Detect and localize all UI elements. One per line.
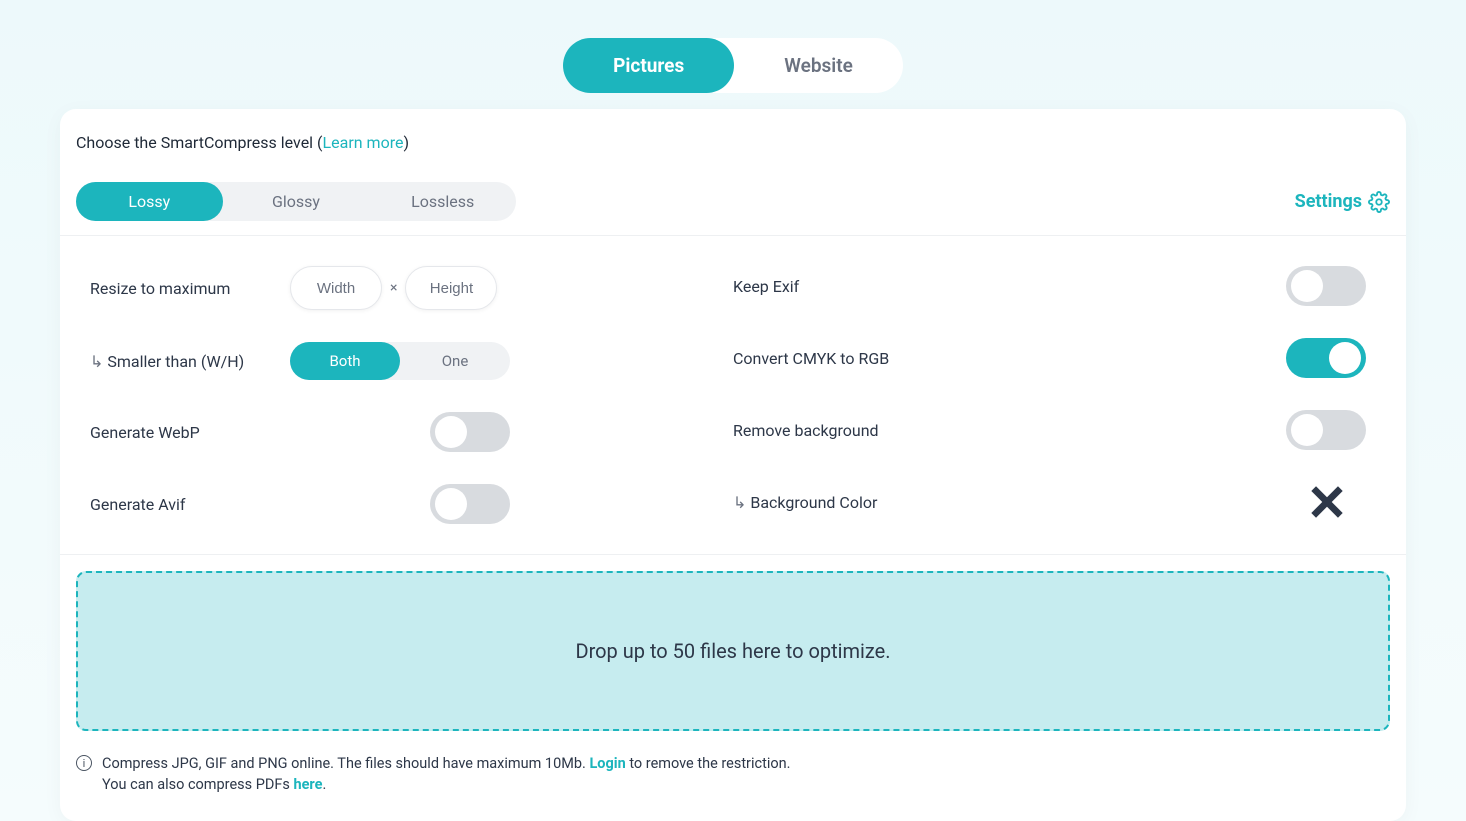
toggle-removebg[interactable] <box>1286 410 1366 450</box>
toggle-webp[interactable] <box>430 412 510 452</box>
row-smaller-than: Smaller than (W/H) Both One <box>90 342 733 380</box>
top-tabs: Pictures Website <box>0 0 1466 93</box>
label-removebg: Remove background <box>733 421 879 440</box>
toggle-knob <box>435 416 467 448</box>
height-input[interactable] <box>405 266 497 310</box>
toggle-knob <box>1291 270 1323 302</box>
info-icon: i <box>76 755 92 771</box>
settings-grid: Resize to maximum × Smaller than (W/H) B… <box>60 236 1406 555</box>
width-input[interactable] <box>290 266 382 310</box>
row-cmyk: Convert CMYK to RGB <box>733 338 1376 378</box>
toggle-avif[interactable] <box>430 484 510 524</box>
level-row: Lossy Glossy Lossless Settings <box>60 170 1406 236</box>
row-webp: Generate WebP <box>90 412 733 452</box>
tab-website[interactable]: Website <box>734 38 903 93</box>
row-removebg: Remove background <box>733 410 1376 450</box>
pill-one[interactable]: One <box>400 342 510 380</box>
bgcolor-none[interactable] <box>1302 482 1352 522</box>
level-lossless[interactable]: Lossless <box>369 182 516 221</box>
row-exif: Keep Exif <box>733 266 1376 306</box>
settings-label: Settings <box>1295 191 1362 212</box>
label-exif: Keep Exif <box>733 277 799 296</box>
label-resize: Resize to maximum <box>90 279 290 298</box>
label-smaller-than: Smaller than (W/H) <box>90 352 290 371</box>
prompt-post: ) <box>403 133 409 152</box>
footer-line2-pre: You can also compress PDFs <box>102 776 293 793</box>
learn-more-link[interactable]: Learn more <box>323 133 404 152</box>
top-tabs-inner: Pictures Website <box>563 38 903 93</box>
card-header: Choose the SmartCompress level (Learn mo… <box>60 109 1406 170</box>
row-bgcolor: Background Color <box>733 482 1376 522</box>
smaller-than-pills: Both One <box>290 342 510 380</box>
prompt-pre: Choose the SmartCompress level ( <box>76 133 323 152</box>
footer-line1-pre: Compress JPG, GIF and PNG online. The fi… <box>102 755 589 772</box>
footer-line2-post: . <box>322 776 326 793</box>
level-glossy[interactable]: Glossy <box>223 182 370 221</box>
toggle-knob <box>1291 414 1323 446</box>
label-cmyk: Convert CMYK to RGB <box>733 349 889 368</box>
main-card: Choose the SmartCompress level (Learn mo… <box>60 109 1406 821</box>
row-avif: Generate Avif <box>90 484 733 524</box>
settings-col-left: Resize to maximum × Smaller than (W/H) B… <box>90 266 733 524</box>
pill-both[interactable]: Both <box>290 342 400 380</box>
toggle-knob <box>1329 342 1361 374</box>
here-link[interactable]: here <box>293 776 322 793</box>
label-webp: Generate WebP <box>90 423 430 442</box>
tab-pictures[interactable]: Pictures <box>563 38 734 93</box>
toggle-exif[interactable] <box>1286 266 1366 306</box>
label-avif: Generate Avif <box>90 495 430 514</box>
footer-text: Compress JPG, GIF and PNG online. The fi… <box>102 753 790 795</box>
toggle-cmyk[interactable] <box>1286 338 1366 378</box>
gear-icon <box>1368 191 1390 213</box>
toggle-knob <box>435 488 467 520</box>
settings-col-right: Keep Exif Convert CMYK to RGB Remove bac… <box>733 266 1376 524</box>
login-link[interactable]: Login <box>589 755 625 772</box>
compress-level-prompt: Choose the SmartCompress level (Learn mo… <box>76 133 1390 152</box>
settings-link[interactable]: Settings <box>1295 191 1390 213</box>
dropzone[interactable]: Drop up to 50 files here to optimize. <box>76 571 1390 731</box>
label-bgcolor: Background Color <box>733 493 877 512</box>
row-resize: Resize to maximum × <box>90 266 733 310</box>
dropzone-text: Drop up to 50 files here to optimize. <box>575 639 890 663</box>
level-pills: Lossy Glossy Lossless <box>76 182 516 221</box>
times-symbol: × <box>390 280 397 296</box>
footer-line1-post: to remove the restriction. <box>626 755 791 772</box>
level-lossy[interactable]: Lossy <box>76 182 223 221</box>
size-inputs: × <box>290 266 497 310</box>
footer: i Compress JPG, GIF and PNG online. The … <box>60 739 1406 821</box>
close-icon <box>1305 482 1349 522</box>
